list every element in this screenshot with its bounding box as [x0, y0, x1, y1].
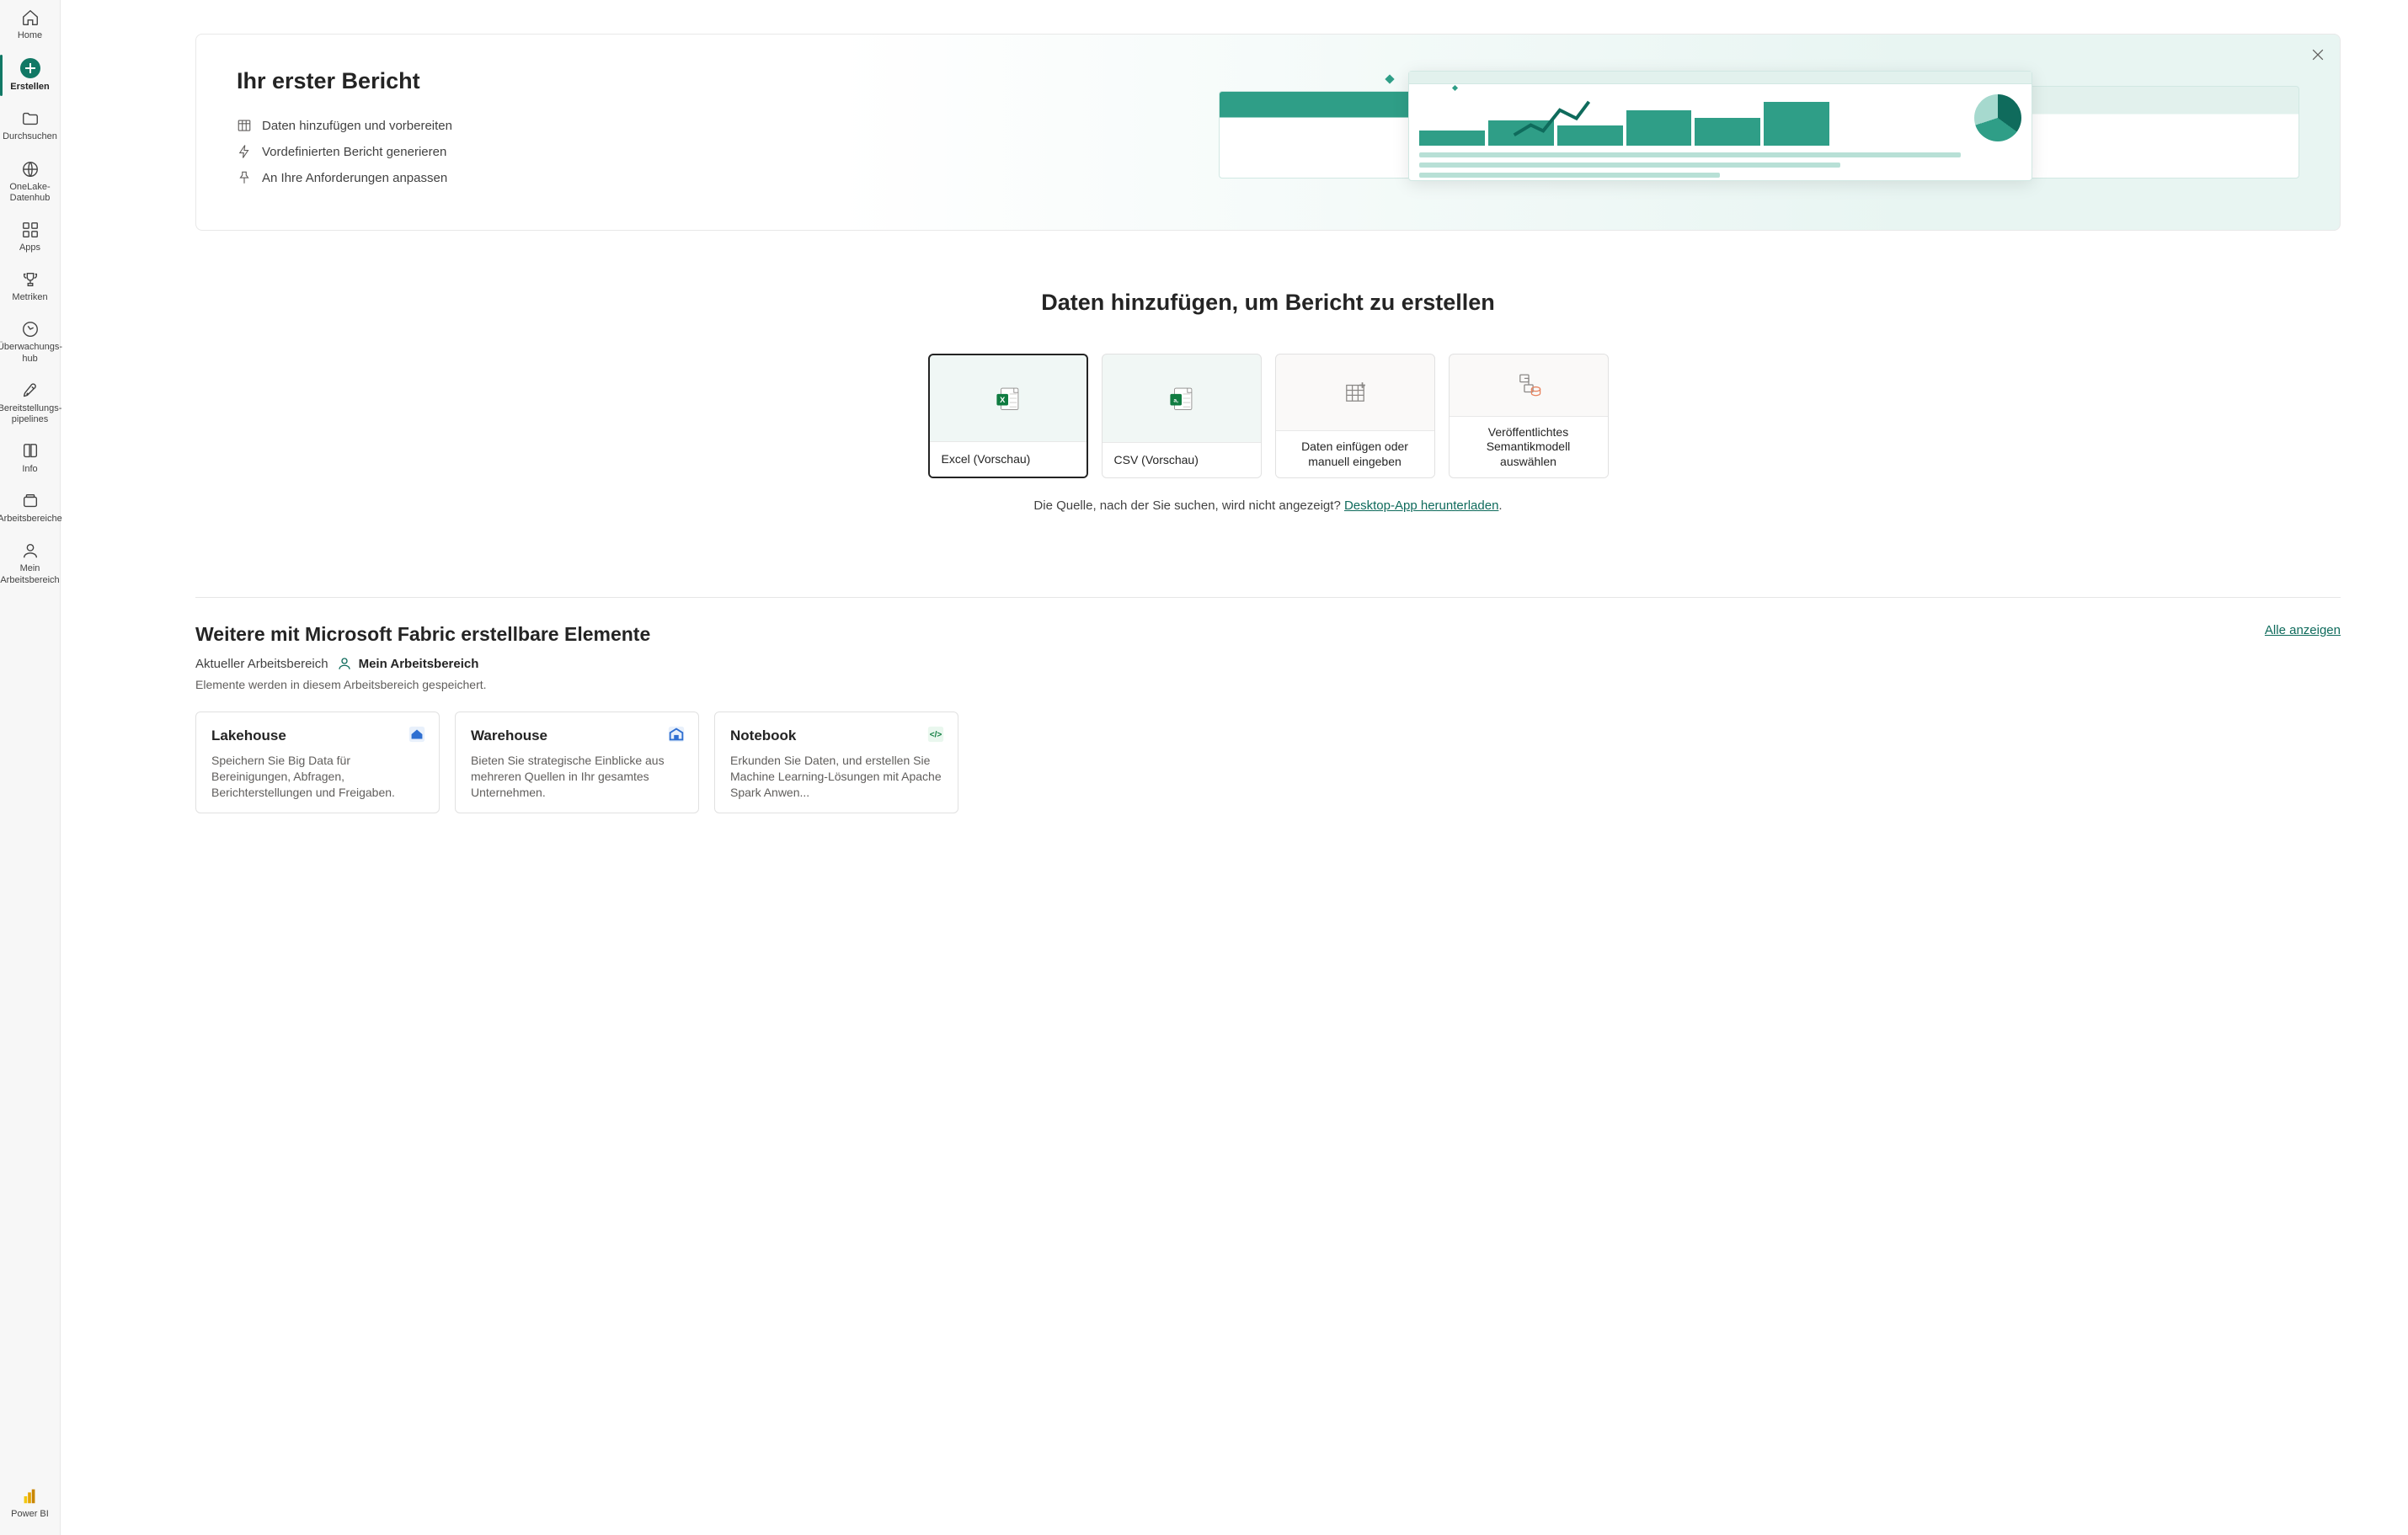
- rail-item-label: Bereitstellungs-pipelines: [0, 403, 61, 425]
- rail-item-label: Apps: [19, 243, 40, 253]
- current-workspace[interactable]: Mein Arbeitsbereich: [337, 656, 479, 671]
- rail-item-label: Home: [18, 30, 42, 41]
- semantic-model-icon: [1450, 354, 1608, 416]
- pin-icon: [237, 170, 252, 185]
- excel-icon: X: [930, 355, 1087, 441]
- csv-icon: a,: [1103, 354, 1261, 442]
- workspaces-icon: [21, 492, 40, 510]
- card-label: Veröffentlichtes Semantikmodell auswähle…: [1450, 416, 1608, 478]
- rail-item-monitor[interactable]: Überwachungs-hub: [0, 312, 60, 372]
- rail-item-apps[interactable]: Apps: [0, 212, 60, 262]
- svg-text:</>: </>: [930, 731, 942, 740]
- hint-suffix: .: [1498, 498, 1502, 513]
- rail-item-my-workspace[interactable]: Mein Arbeitsbereich: [0, 533, 60, 594]
- warehouse-icon: [666, 724, 686, 744]
- rail-item-label: Überwachungs-hub: [0, 342, 62, 364]
- workspace-name: Mein Arbeitsbereich: [359, 657, 479, 671]
- bolt-icon: [237, 144, 252, 159]
- rail-item-metrics[interactable]: Metriken: [0, 262, 60, 312]
- add-data-heading: Daten hinzufügen, um Bericht zu erstelle…: [195, 290, 2341, 316]
- rail-item-browse[interactable]: Durchsuchen: [0, 101, 60, 151]
- book-icon: [21, 442, 40, 461]
- apps-icon: [21, 221, 40, 239]
- close-icon[interactable]: [2309, 46, 2326, 63]
- add-data-section: Daten hinzufügen, um Bericht zu erstelle…: [195, 290, 2341, 513]
- card-label: CSV (Vorschau): [1103, 442, 1261, 477]
- rail-footer-powerbi[interactable]: Power BI: [8, 1479, 52, 1528]
- rail-item-label: Durchsuchen: [3, 131, 57, 142]
- hint-prefix: Die Quelle, nach der Sie suchen, wird ni…: [1033, 498, 1344, 513]
- hero-bullet: Vordefinierten Bericht generieren: [237, 144, 1186, 159]
- show-all-link[interactable]: Alle anzeigen: [2265, 623, 2341, 637]
- svg-text:a,: a,: [1173, 397, 1178, 403]
- card-label: Excel (Vorschau): [930, 441, 1087, 477]
- fabric-card-title: Warehouse: [471, 728, 683, 744]
- rail-item-label: Arbeitsbereiche: [0, 514, 62, 525]
- fabric-section: Weitere mit Microsoft Fabric erstellbare…: [195, 623, 2341, 813]
- hero-bullet-text: An Ihre Anforderungen anpassen: [262, 171, 447, 185]
- card-semantic-model[interactable]: Veröffentlichtes Semantikmodell auswähle…: [1449, 354, 1609, 478]
- trophy-icon: [21, 270, 40, 289]
- rail-item-home[interactable]: Home: [0, 0, 60, 50]
- workspace-label: Aktueller Arbeitsbereich: [195, 657, 328, 671]
- rail-item-label: OneLake-Datenhub: [3, 182, 56, 204]
- rail-item-create[interactable]: Erstellen: [0, 50, 60, 101]
- hero-bullet-text: Vordefinierten Bericht generieren: [262, 145, 446, 159]
- card-manual[interactable]: Daten einfügen oder manuell eingeben: [1275, 354, 1435, 478]
- rail-item-pipelines[interactable]: Bereitstellungs-pipelines: [0, 373, 60, 434]
- table-icon: [237, 118, 252, 133]
- home-icon: [21, 8, 40, 27]
- card-label: Daten einfügen oder manuell eingeben: [1276, 430, 1434, 477]
- table-plus-icon: [1276, 354, 1434, 430]
- rail-item-workspaces[interactable]: Arbeitsbereiche: [0, 483, 60, 533]
- download-desktop-link[interactable]: Desktop-App herunterladen: [1344, 498, 1498, 513]
- main-content: Ihr erster Bericht Daten hinzufügen und …: [61, 0, 2408, 1535]
- fabric-cards: Lakehouse Speichern Sie Big Data für Ber…: [195, 712, 2341, 813]
- rail-footer-label: Power BI: [11, 1509, 49, 1520]
- folder-icon: [21, 109, 40, 128]
- data-source-cards: X Excel (Vorschau) a, CSV (Vorschau) Dat…: [195, 354, 2341, 478]
- fabric-card-desc: Speichern Sie Big Data für Bereinigungen…: [211, 753, 424, 801]
- svg-text:X: X: [1000, 396, 1006, 404]
- add-data-hint: Die Quelle, nach der Sie suchen, wird ni…: [195, 498, 2341, 513]
- fabric-card-warehouse[interactable]: Warehouse Bieten Sie strategische Einbli…: [455, 712, 699, 813]
- powerbi-icon: [20, 1487, 39, 1506]
- hero-bullet: Daten hinzufügen und vorbereiten: [237, 118, 1186, 133]
- fabric-card-desc: Bieten Sie strategische Einblicke aus me…: [471, 753, 683, 801]
- fabric-card-desc: Erkunden Sie Daten, und erstellen Sie Ma…: [730, 753, 942, 801]
- rail-item-onelake[interactable]: OneLake-Datenhub: [0, 152, 60, 212]
- card-csv[interactable]: a, CSV (Vorschau): [1102, 354, 1262, 478]
- monitor-icon: [21, 320, 40, 338]
- fabric-note: Elemente werden in diesem Arbeitsbereich…: [195, 678, 2341, 691]
- left-nav-rail: Home Erstellen Durchsuchen OneLake-Daten…: [0, 0, 61, 1535]
- rail-item-label: Metriken: [12, 292, 47, 303]
- hero-illustration: [1186, 68, 2299, 196]
- person-icon: [337, 656, 352, 671]
- card-excel[interactable]: X Excel (Vorschau): [928, 354, 1088, 478]
- divider: [195, 597, 2341, 598]
- fabric-card-title: Notebook: [730, 728, 942, 744]
- rail-item-label: Mein Arbeitsbereich: [0, 563, 59, 585]
- fabric-card-notebook[interactable]: </> Notebook Erkunden Sie Daten, und ers…: [714, 712, 958, 813]
- lakehouse-icon: [407, 724, 427, 744]
- rail-item-label: Erstellen: [10, 82, 49, 93]
- fabric-heading: Weitere mit Microsoft Fabric erstellbare…: [195, 623, 650, 646]
- rail-item-info[interactable]: Info: [0, 434, 60, 483]
- notebook-icon: </>: [926, 724, 946, 744]
- hero-title: Ihr erster Bericht: [237, 68, 1186, 94]
- onelake-icon: [21, 160, 40, 179]
- rocket-icon: [21, 381, 40, 400]
- hero-bullet-text: Daten hinzufügen und vorbereiten: [262, 119, 452, 133]
- plus-circle-icon: [20, 58, 40, 78]
- fabric-card-lakehouse[interactable]: Lakehouse Speichern Sie Big Data für Ber…: [195, 712, 440, 813]
- fabric-card-title: Lakehouse: [211, 728, 424, 744]
- person-icon: [21, 541, 40, 560]
- rail-item-label: Info: [22, 464, 37, 475]
- hero-bullet: An Ihre Anforderungen anpassen: [237, 170, 1186, 185]
- hero-banner: Ihr erster Bericht Daten hinzufügen und …: [195, 34, 2341, 231]
